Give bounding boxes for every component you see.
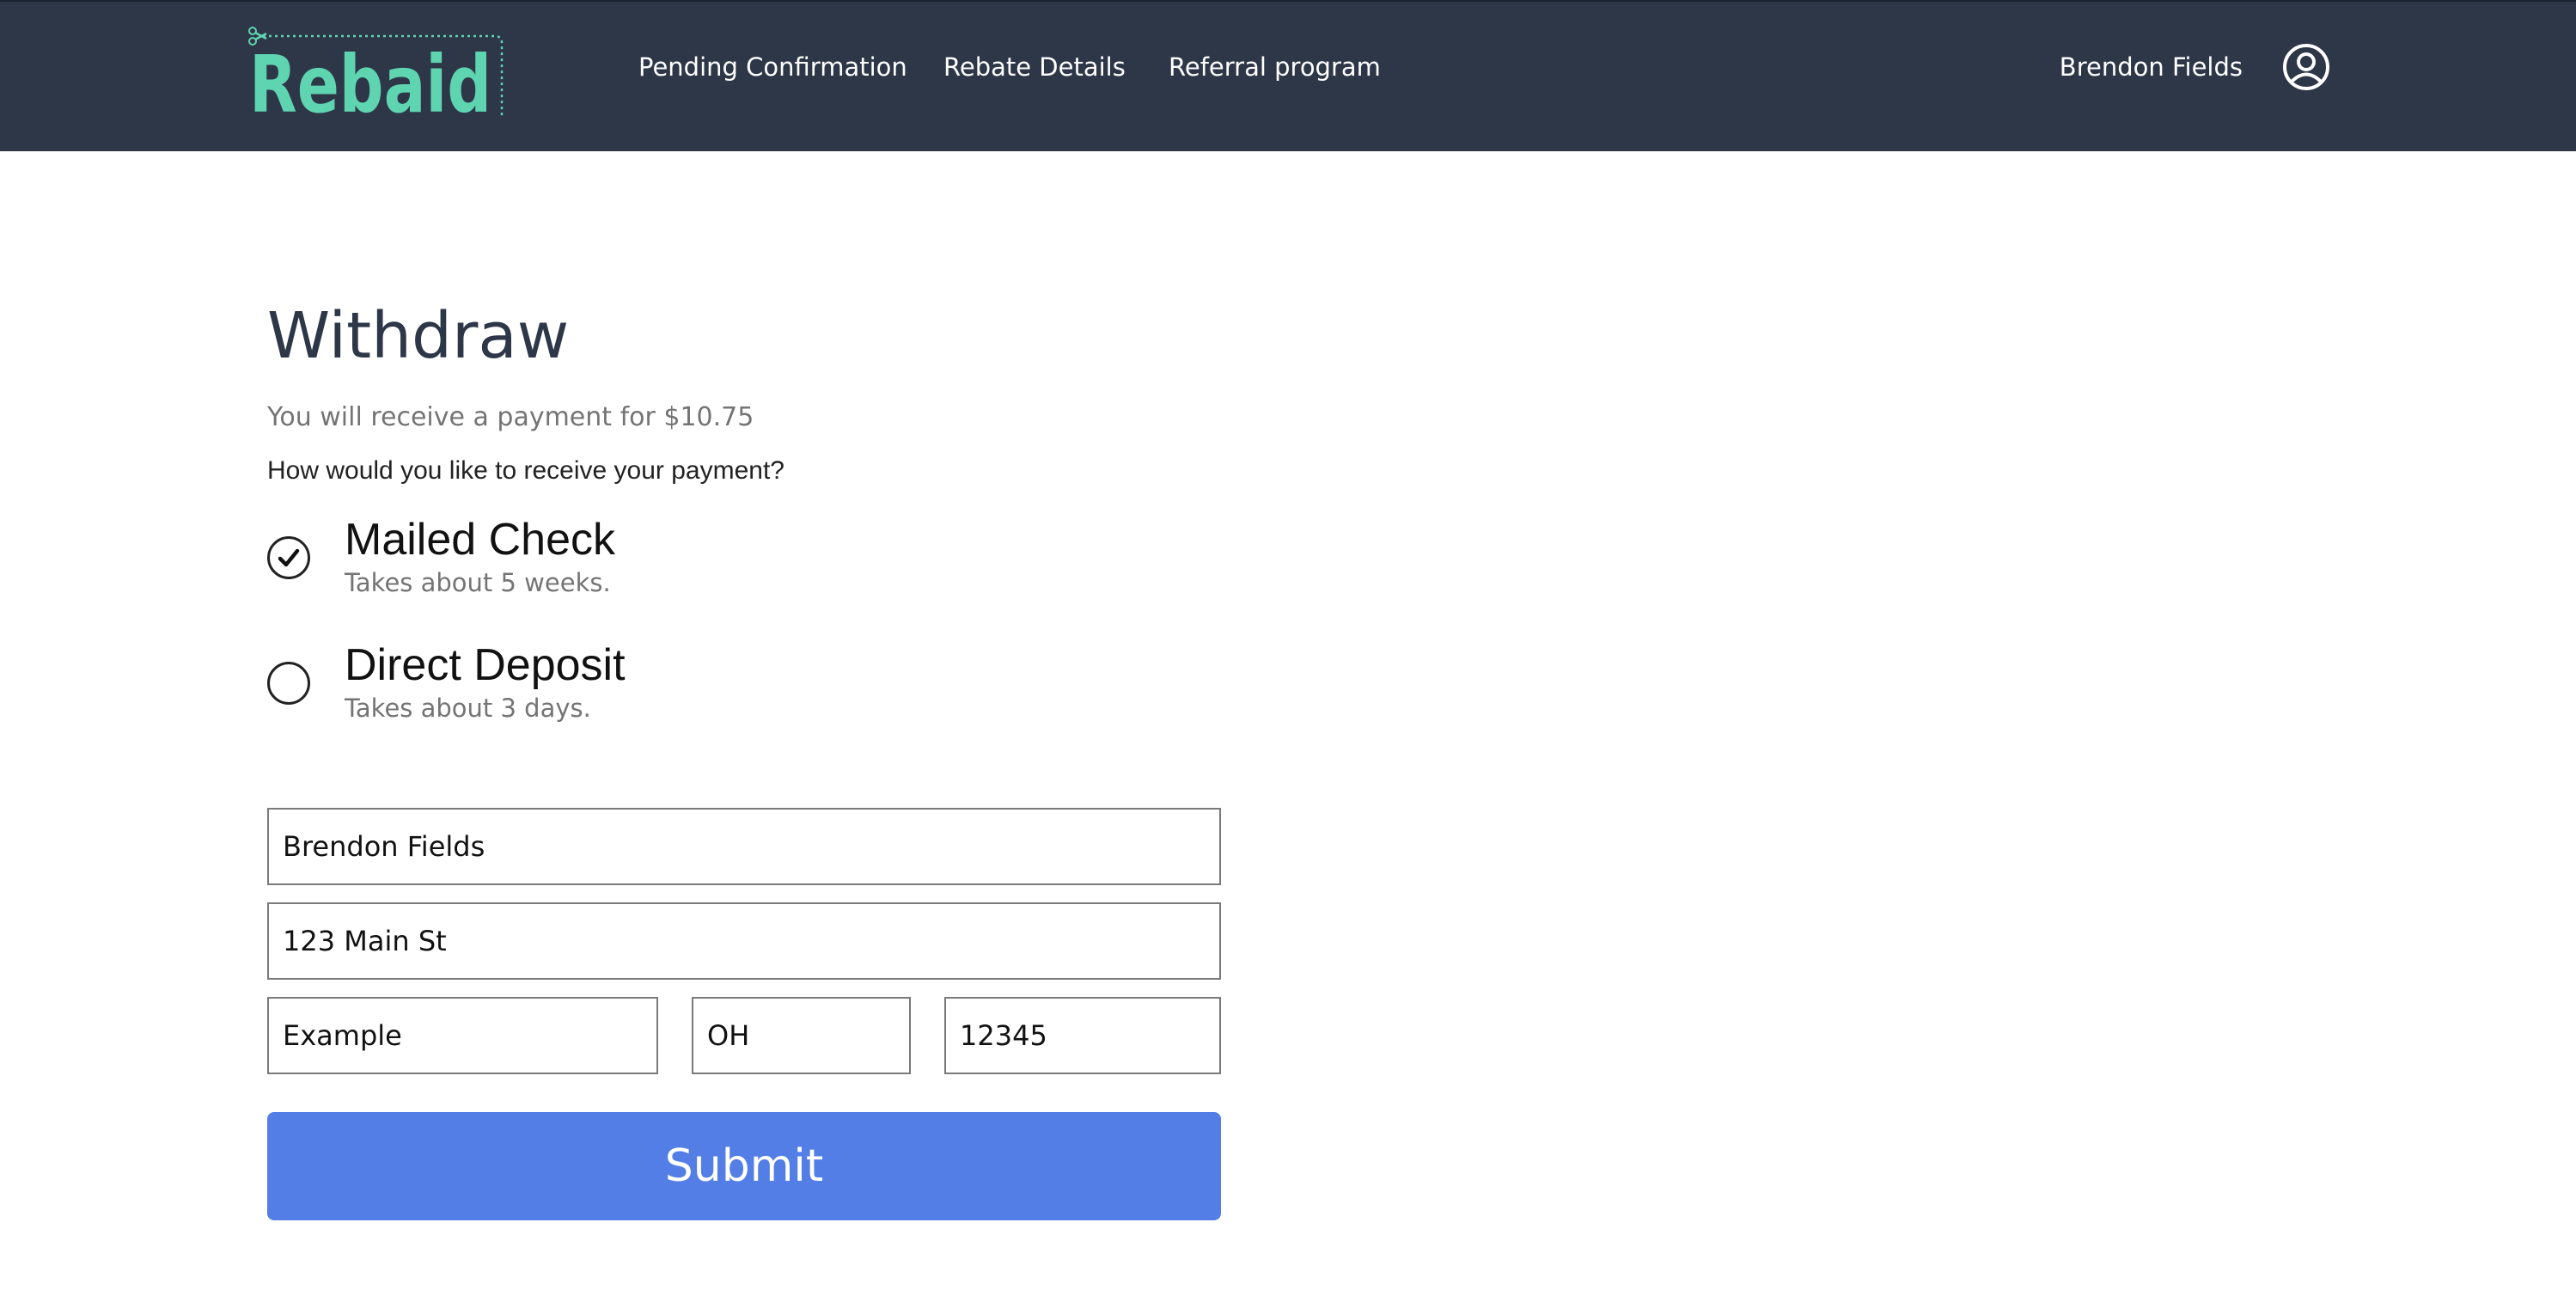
- mailed-check-radio[interactable]: [267, 536, 310, 579]
- mailed-check-label: Mailed Check: [345, 515, 616, 565]
- direct-deposit-label: Direct Deposit: [345, 640, 626, 690]
- direct-deposit-description: Takes about 3 days.: [345, 694, 591, 723]
- user-name[interactable]: Brendon Fields: [2060, 50, 2243, 84]
- nav-rebate-details[interactable]: Rebate Details: [943, 50, 1126, 84]
- payment-amount-note: You will receive a payment for $10.75: [267, 402, 754, 432]
- payment-method-question: How would you like to receive your payme…: [267, 456, 784, 485]
- city-field[interactable]: [267, 997, 658, 1074]
- user-circle-icon[interactable]: [2282, 43, 2330, 91]
- rebaid-logo[interactable]: Rebaid: [247, 26, 505, 120]
- street-address-field[interactable]: [267, 902, 1221, 980]
- state-field[interactable]: [692, 997, 911, 1074]
- direct-deposit-radio[interactable]: [267, 662, 310, 705]
- mailed-check-description: Takes about 5 weeks.: [345, 568, 611, 597]
- nav-pending-confirmation[interactable]: Pending Confirmation: [638, 50, 907, 84]
- option-direct-deposit[interactable]: Direct Deposit Takes about 3 days.: [267, 638, 869, 732]
- name-field[interactable]: [267, 808, 1221, 885]
- page-title: Withdraw: [267, 299, 570, 373]
- option-mailed-check[interactable]: Mailed Check Takes about 5 weeks.: [267, 512, 869, 607]
- top-navigation-bar: Rebaid Pending Confirmation Rebate Detai…: [0, 0, 2576, 151]
- zip-field[interactable]: [944, 997, 1221, 1074]
- submit-button[interactable]: Submit: [267, 1112, 1221, 1220]
- logo-text: Rebaid: [249, 39, 491, 120]
- checkmark-icon: [278, 548, 300, 567]
- nav-referral-program[interactable]: Referral program: [1169, 50, 1381, 84]
